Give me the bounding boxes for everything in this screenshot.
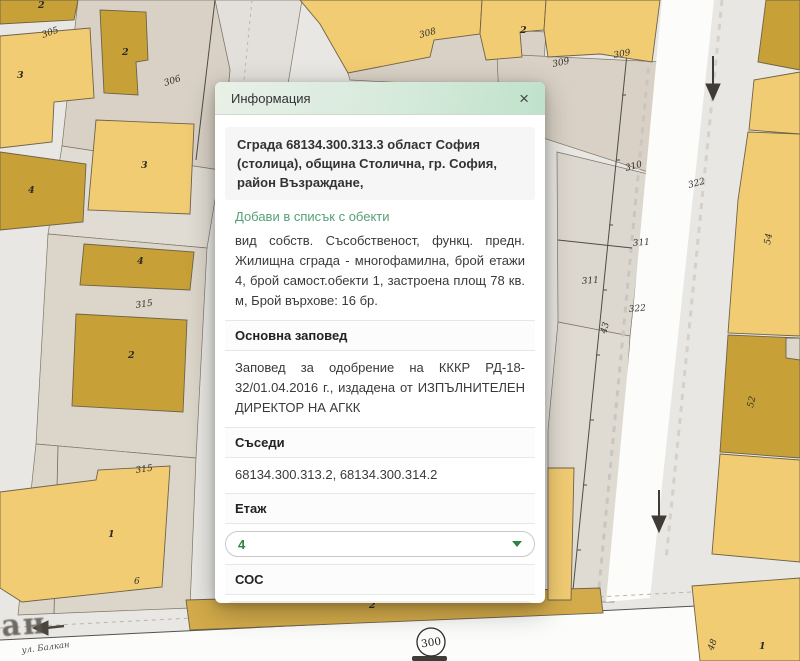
building — [548, 468, 574, 600]
map-label: 311 — [581, 276, 599, 287]
map-label: 322 — [628, 304, 646, 315]
map-label: 3 — [141, 160, 148, 171]
building — [786, 338, 800, 360]
section-heading-sos: СОС — [225, 564, 535, 595]
sos-list-item[interactable]: СОС 68134.300.313.3.4 област София (стол… — [225, 601, 535, 603]
map-label: 4 — [137, 256, 144, 267]
main-order-text: Заповед за одобрение на КККР РД-18-32/01… — [235, 358, 525, 418]
building — [758, 0, 800, 70]
floor-selected-value: 4 — [238, 537, 245, 552]
partial-arrow-icon — [412, 656, 447, 661]
building — [749, 72, 800, 134]
section-heading-main-order: Основна заповед — [225, 320, 535, 351]
map-label: 2 — [127, 350, 135, 361]
building — [72, 314, 187, 412]
object-description: вид собств. Съсобственост, функц. предн.… — [235, 231, 525, 311]
map-label: 4 — [28, 185, 35, 196]
map-label: 3 — [17, 70, 24, 81]
map-label: 2 — [519, 25, 527, 36]
map-label: 6 — [134, 577, 140, 587]
map-label: 1 — [759, 641, 766, 652]
map-label: 1 — [108, 529, 115, 540]
map-label: 2 — [37, 0, 45, 11]
building — [80, 244, 194, 290]
map-label: 2 — [121, 47, 129, 58]
dialog-title: Информация — [231, 91, 311, 106]
info-dialog: Информация × Сграда 68134.300.313.3 обла… — [215, 82, 545, 603]
add-to-list-link[interactable]: Добави в списък с обекти — [235, 209, 525, 224]
object-title: Сграда 68134.300.313.3 област София (сто… — [225, 127, 535, 200]
street-name-large: ан — [0, 606, 48, 644]
section-heading-neighbors: Съседи — [225, 427, 535, 458]
map-label: 311 — [632, 238, 650, 249]
map-label: 54 — [763, 232, 775, 245]
neighbors-text: 68134.300.313.2, 68134.300.314.2 — [235, 465, 525, 484]
building — [712, 454, 800, 562]
chevron-down-icon — [512, 541, 522, 547]
dialog-header: Информация × — [215, 82, 545, 115]
dialog-body: Сграда 68134.300.313.3 област София (сто… — [215, 115, 545, 603]
building — [544, 0, 660, 62]
floor-select[interactable]: 4 — [225, 531, 535, 557]
close-icon[interactable]: × — [519, 90, 529, 107]
section-heading-floor: Етаж — [225, 493, 535, 524]
building — [0, 152, 86, 230]
street-number-badge: 300 — [417, 628, 445, 656]
